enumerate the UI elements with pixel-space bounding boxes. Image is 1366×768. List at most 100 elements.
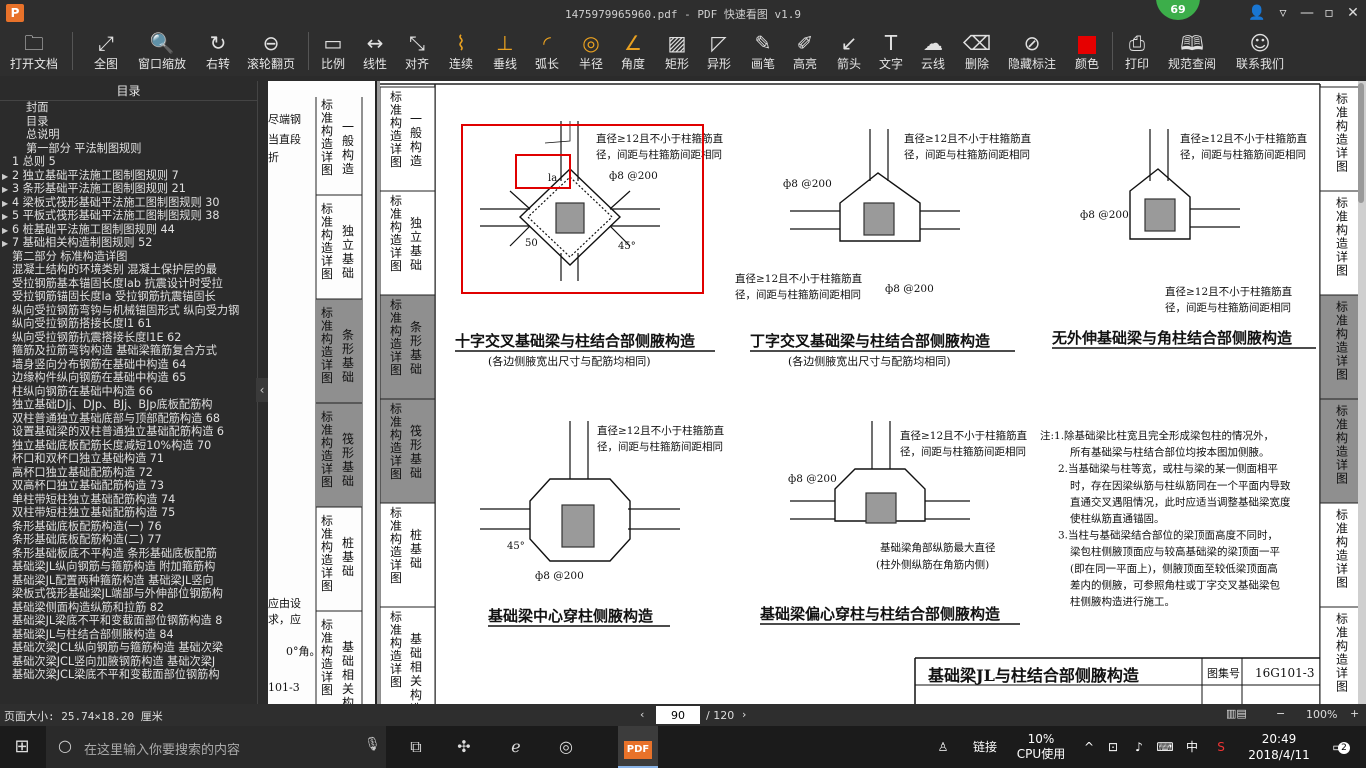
arc-length-button[interactable]: ◜ 弧长 <box>530 28 564 74</box>
swirl-browser-icon[interactable]: ◎ <box>546 726 586 768</box>
expand-arrow-icon[interactable]: ▶ <box>2 237 12 250</box>
tray-icon-person[interactable]: ♙ <box>936 726 950 768</box>
task-view-icon[interactable]: ⧉ <box>396 726 436 768</box>
collapse-sidebar-button[interactable]: ‹ <box>256 378 268 402</box>
left-tab[interactable]: 标准构造详图 筏形基础 <box>379 398 436 504</box>
toc-item[interactable]: 封面 <box>2 101 257 115</box>
toc-item[interactable]: 边缘构件纵向钢筋在基础中构造 65 <box>2 371 257 385</box>
zoom-in-icon[interactable]: + <box>1350 707 1359 720</box>
toc-item[interactable]: 第一部分 平法制图规则 <box>2 142 257 156</box>
toc-item[interactable]: 纵向受拉钢筋弯钩与机械锚固形式 纵向受力钢 <box>2 304 257 318</box>
minimize-icon[interactable]: — <box>1296 2 1318 24</box>
ime-indicator[interactable]: 中 <box>1184 726 1200 768</box>
windows-start-icon[interactable]: ⊞ <box>2 726 42 768</box>
page-number-input[interactable] <box>656 706 700 724</box>
toc-item[interactable]: ▶ 5 平板式筏形基础平法施工图制图规则 38 <box>2 209 257 223</box>
taskbar-search[interactable]: ○ 在这里输入你要搜索的内容 🎙 <box>46 726 386 768</box>
align-measure-button[interactable]: ⤡ 对齐 <box>400 28 434 74</box>
toc-item[interactable]: 基础次梁JCL梁底不平和变截面部位钢筋构 <box>2 668 257 682</box>
pen-button[interactable]: ✎ 画笔 <box>746 28 780 74</box>
keyboard-icon[interactable]: ⌨ <box>1154 726 1176 768</box>
annotation-rectangle-small[interactable] <box>515 154 571 189</box>
toc-item[interactable]: ▶ 2 独立基础平法施工图制图规则 7 <box>2 169 257 183</box>
toc-item[interactable]: 基础梁JL与柱结合部侧腋构造 84 <box>2 628 257 642</box>
menu-icon[interactable]: ▿ <box>1272 2 1294 24</box>
document-viewer[interactable]: 尽端钢 当直段 折 应由设 求，应 0°角。 101-3 标准构造详图一般构造标… <box>268 81 1366 704</box>
toc-item[interactable]: 纵向受拉钢筋抗震搭接长度l1E 62 <box>2 331 257 345</box>
toc-item[interactable]: 条形基础板底不平构造 条形基础底板配筋 <box>2 547 257 561</box>
color-button[interactable]: 颜色 <box>1070 28 1104 74</box>
angle-button[interactable]: ∠ 角度 <box>616 28 650 74</box>
window-zoom-button[interactable]: 🔍 窗口缩放 <box>134 28 190 74</box>
expand-arrow-icon[interactable]: ▶ <box>2 197 12 210</box>
toc-item[interactable]: ▶ 7 基础相关构造制图规则 52 <box>2 236 257 250</box>
toc-item[interactable]: 基础次梁JCL竖向加腋钢筋构造 基础次梁J <box>2 655 257 669</box>
next-page-icon[interactable]: › <box>742 708 746 721</box>
toc-item[interactable]: 基础梁JL纵向钢筋与箍筋构造 附加箍筋构 <box>2 560 257 574</box>
expand-arrow-icon[interactable]: ▶ <box>2 170 12 183</box>
notification-icon[interactable]: ▭2 <box>1326 726 1350 768</box>
rotate-right-button[interactable]: ↻ 右转 <box>198 28 238 74</box>
rectangle-button[interactable]: ▨ 矩形 <box>660 28 694 74</box>
contact-us-button[interactable]: ☺ 联系我们 <box>1232 28 1288 74</box>
toc-item[interactable]: ▶ 3 条形基础平法施工图制图规则 21 <box>2 182 257 196</box>
toc-item[interactable]: ▶ 4 梁板式筏形基础平法施工图制图规则 30 <box>2 196 257 210</box>
fit-page-button[interactable]: ⤢ 全图 <box>86 28 126 74</box>
cpu-usage[interactable]: 10% CPU使用 <box>1010 726 1072 768</box>
volume-icon[interactable]: ♪ <box>1130 726 1148 768</box>
expand-arrow-icon[interactable]: ▶ <box>2 183 12 196</box>
zoom-out-icon[interactable]: − <box>1276 707 1285 720</box>
perpendicular-button[interactable]: ⊥ 垂线 <box>488 28 522 74</box>
radius-button[interactable]: ◎ 半径 <box>574 28 608 74</box>
left-tab[interactable]: 标准构造详图 条形基础 <box>379 294 436 400</box>
prev-page-icon[interactable]: ‹ <box>640 708 644 721</box>
close-icon[interactable]: ✕ <box>1342 2 1364 24</box>
print-button[interactable]: ⎙ 打印 <box>1120 28 1154 74</box>
toc-item[interactable]: 双柱普通独立基础底部与顶部配筋构造 68 <box>2 412 257 426</box>
delete-button[interactable]: ⌫ 删除 <box>960 28 994 74</box>
toc-item[interactable]: 纵向受拉钢筋搭接长度l1 61 <box>2 317 257 331</box>
toc-item[interactable]: 杯口和双杯口独立基础构造 71 <box>2 452 257 466</box>
microphone-icon[interactable]: 🎙 <box>364 737 381 752</box>
toc-item[interactable]: 双高杯口独立基础配筋构造 73 <box>2 479 257 493</box>
toc-item[interactable]: 设置基础梁的双柱普通独立基础配筋构造 6 <box>2 425 257 439</box>
toc-item[interactable]: 独立基础DJj、DJp、BJj、BJp底板配筋构 <box>2 398 257 412</box>
expand-arrow-icon[interactable]: ▶ <box>2 210 12 223</box>
vertical-scrollbar[interactable] <box>1358 81 1366 704</box>
left-tab[interactable]: 标准构造详图 一般构造 <box>379 86 436 192</box>
spec-lookup-button[interactable]: 🕮 规范查阅 <box>1164 28 1220 74</box>
toc-item[interactable]: 基础梁JL梁底不平和变截面部位钢筋构造 8 <box>2 614 257 628</box>
left-tab[interactable]: 标准构造详图 独立基础 <box>379 190 436 296</box>
toc-item[interactable]: 基础梁侧面构造纵筋和拉筋 82 <box>2 601 257 615</box>
text-button[interactable]: T 文字 <box>874 28 908 74</box>
toc-item[interactable]: 双柱带短柱独立基础配筋构造 75 <box>2 506 257 520</box>
pinwheel-app-icon[interactable]: ✣ <box>444 726 484 768</box>
toc-item[interactable]: 受拉钢筋基本锚固长度lab 抗震设计时受拉 <box>2 277 257 291</box>
toc-item[interactable]: 总说明 <box>2 128 257 142</box>
toc-item[interactable]: 第二部分 标准构造详图 <box>2 250 257 264</box>
toc-item[interactable]: 梁板式筏形基础梁JL端部与外伸部位钢筋构 <box>2 587 257 601</box>
toc-item[interactable]: ▶ 6 桩基础平法施工图制图规则 44 <box>2 223 257 237</box>
toc-item[interactable]: 高杯口独立基础配筋构造 72 <box>2 466 257 480</box>
toc-item[interactable]: 基础次梁JCL纵向钢筋与箍筋构造 基础次梁 <box>2 641 257 655</box>
link-label[interactable]: 链接 <box>970 726 1000 768</box>
arrow-button[interactable]: ↙ 箭头 <box>832 28 866 74</box>
linear-measure-button[interactable]: ↔ 线性 <box>358 28 392 74</box>
toc-item[interactable]: 柱纵向钢筋在基础中构造 66 <box>2 385 257 399</box>
maximize-icon[interactable]: ▫ <box>1318 2 1340 24</box>
toc-item[interactable]: 受拉钢筋锚固长度la 受拉钢筋抗震锚固长 <box>2 290 257 304</box>
view-mode-icon[interactable]: ▥▤ <box>1226 707 1247 720</box>
toc-item[interactable]: 条形基础底板配筋构造(二) 77 <box>2 533 257 547</box>
toc-item[interactable]: 混凝土结构的环境类别 混凝土保护层的最 <box>2 263 257 277</box>
clock[interactable]: 20:49 2018/4/11 <box>1244 726 1314 768</box>
sogou-ime-icon[interactable]: S <box>1212 726 1230 768</box>
toc-item[interactable]: 基础梁JL配置两种箍筋构造 基础梁JL竖向 <box>2 574 257 588</box>
toc-item[interactable]: 单柱带短柱独立基础配筋构造 74 <box>2 493 257 507</box>
left-tab[interactable]: 标准构造详图基础相关构造 <box>379 606 436 704</box>
left-tab[interactable]: 标准构造详图 桩基础 <box>379 502 436 608</box>
wheel-page-button[interactable]: ⊖ 滚轮翻页 <box>244 28 298 74</box>
scrollbar-thumb[interactable] <box>1358 83 1364 203</box>
hide-annotations-button[interactable]: ⊘ 隐藏标注 <box>1006 28 1058 74</box>
network-icon[interactable]: ⊡ <box>1104 726 1122 768</box>
chevron-up-icon[interactable]: ^ <box>1082 726 1096 768</box>
